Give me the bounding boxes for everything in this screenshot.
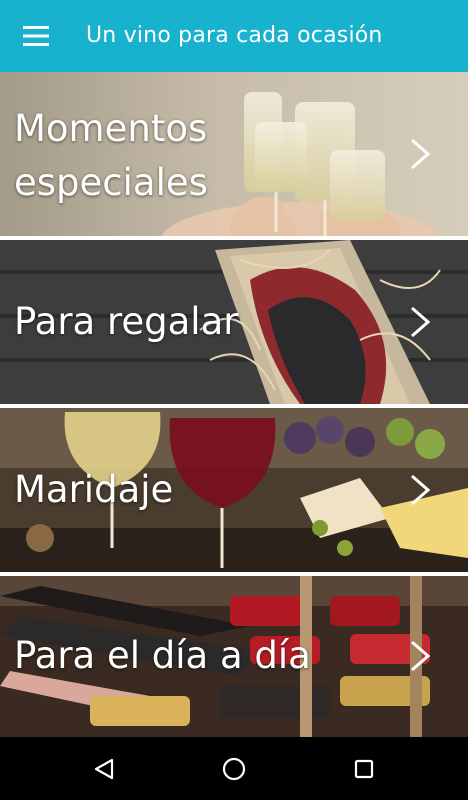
system-navigation-bar <box>0 737 468 800</box>
menu-button[interactable] <box>14 16 58 56</box>
card-label: Para el día a día <box>14 634 311 677</box>
hamburger-menu-icon <box>23 26 49 46</box>
card-label: Para regalar <box>14 300 239 343</box>
recents-square-icon <box>354 759 374 779</box>
card-label: Maridaje <box>14 468 174 511</box>
toolbar-title: Un vino para cada ocasión <box>86 23 383 48</box>
chevron-right-icon <box>411 474 431 506</box>
back-triangle-icon <box>94 758 114 780</box>
card-para-regalar[interactable]: Para regalar <box>0 240 468 404</box>
card-momentos-especiales[interactable]: Momentos especiales <box>0 72 468 236</box>
occasion-list: Momentos especiales Para regalar Maridaj… <box>0 72 468 737</box>
back-button[interactable] <box>80 747 128 791</box>
card-label: Momentos especiales <box>14 107 208 204</box>
chevron-right-icon <box>411 306 431 338</box>
recents-button[interactable] <box>340 747 388 791</box>
home-circle-icon <box>222 757 246 781</box>
chevron-right-icon <box>411 138 431 170</box>
app-toolbar: Un vino para cada ocasión <box>0 0 468 72</box>
card-maridaje[interactable]: Maridaje <box>0 408 468 572</box>
chevron-right-icon <box>411 640 431 672</box>
home-button[interactable] <box>210 747 258 791</box>
app-screen: Un vino para cada ocasión Momentos espec… <box>0 0 468 800</box>
card-para-el-dia-a-dia[interactable]: Para el día a día <box>0 576 468 737</box>
